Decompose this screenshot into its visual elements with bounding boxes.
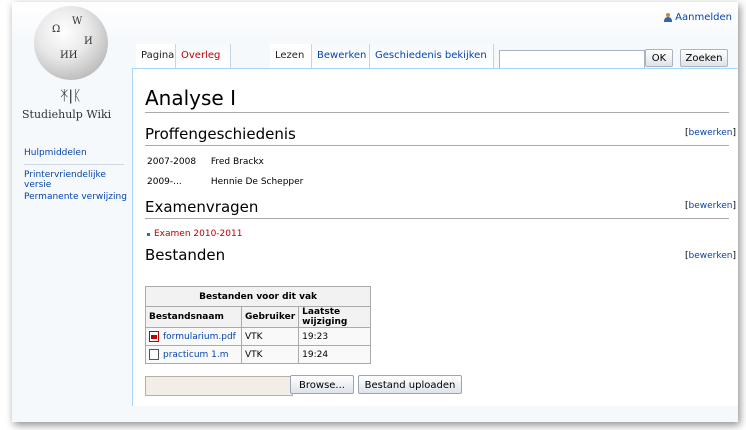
document-icon	[149, 349, 159, 360]
edit-label: bewerken	[688, 251, 733, 261]
table-header-row: Bestandsnaam Gebruiker Laatste wijziging	[145, 306, 372, 328]
title-divider	[145, 112, 729, 113]
file-name-cell: formularium.pdf	[145, 327, 242, 346]
logo-mark-icon: ᛡ|ᛕ	[60, 88, 82, 104]
column-header-laatste-wijziging: Laatste wijziging	[298, 306, 372, 328]
section-heading-bestanden: Bestanden	[145, 246, 226, 264]
column-header-bestandsnaam: Bestandsnaam	[145, 306, 242, 328]
page-title: Analyse I	[145, 86, 236, 110]
column-header-gebruiker: Gebruiker	[240, 306, 300, 328]
history-years: 2007-2008	[147, 157, 197, 167]
section-divider	[145, 218, 729, 219]
sidebar-item-hulpmiddelen[interactable]: Hulpmiddelen	[24, 148, 136, 158]
history-years: 2009-...	[147, 177, 182, 187]
file-link[interactable]: formularium.pdf	[163, 332, 236, 342]
tab-pagina[interactable]: Pagina	[136, 44, 176, 68]
table-caption-row: Bestanden voor dit vak	[144, 286, 372, 307]
history-row: 2007-2008 Fred Brackx	[147, 157, 264, 167]
file-user: VTK	[240, 345, 300, 364]
pdf-icon	[149, 331, 159, 342]
file-link[interactable]: practicum 1.m	[163, 350, 229, 360]
edit-section-link[interactable]: [bewerken]	[685, 201, 736, 211]
file-modified: 19:23	[298, 327, 372, 346]
exam-link-label: Examen 2010-2011	[154, 229, 243, 239]
logo-name: Studiehulp Wiki	[22, 108, 112, 121]
sidebar-divider	[24, 164, 124, 165]
section-heading-examenvragen: Examenvragen	[145, 198, 259, 216]
history-row: 2009-... Hennie De Schepper	[147, 177, 303, 187]
history-name: Fred Brackx	[210, 157, 264, 167]
file-user: VTK	[240, 327, 300, 346]
table-caption: Bestanden voor dit vak	[144, 286, 372, 307]
edit-section-link[interactable]: [bewerken]	[685, 128, 736, 138]
section-heading-proffengeschiedenis: Proffengeschiedenis	[145, 125, 296, 143]
puzzle-globe-icon: Ω W И ИИ	[34, 6, 108, 80]
edit-label: bewerken	[688, 128, 733, 138]
sidebar-item-printervriendelijke-versie[interactable]: Printervriendelijke versie	[24, 170, 124, 190]
tab-geschiedenis-bekijken[interactable]: Geschiedenis bekijken	[370, 44, 494, 68]
bullet-icon	[147, 232, 150, 236]
browse-button[interactable]: Browse...	[290, 375, 354, 394]
ok-button[interactable]: OK	[645, 49, 673, 67]
sidebar-item-permanente-verwijzing[interactable]: Permanente verwijzing	[24, 192, 136, 202]
user-icon	[664, 13, 673, 22]
search-button[interactable]: Zoeken	[680, 49, 728, 67]
file-name-cell: practicum 1.m	[145, 345, 242, 364]
upload-file-field[interactable]	[145, 376, 293, 396]
history-name: Hennie De Schepper	[210, 177, 304, 187]
tab-overleg[interactable]: Overleg	[176, 44, 231, 68]
login-label: Aanmelden	[675, 12, 732, 23]
login-link[interactable]: Aanmelden	[664, 12, 732, 23]
tab-bewerken[interactable]: Bewerken	[312, 44, 370, 68]
file-modified: 19:24	[298, 345, 372, 364]
section-divider	[145, 145, 729, 146]
search-input[interactable]	[499, 50, 645, 70]
exam-link[interactable]: Examen 2010-2011	[147, 229, 242, 239]
sidebar: Hulpmiddelen Printervriendelijke versie …	[24, 148, 136, 202]
edit-section-link[interactable]: [bewerken]	[685, 251, 736, 261]
upload-button[interactable]: Bestand uploaden	[358, 375, 462, 394]
table-row: formularium.pdf VTK 19:23	[145, 327, 372, 346]
edit-label: bewerken	[688, 201, 733, 211]
table-row: practicum 1.m VTK 19:24	[145, 345, 372, 364]
files-table: Bestanden voor dit vak Bestandsnaam Gebr…	[144, 286, 372, 364]
wiki-logo[interactable]: Ω W И ИИ ᛡ|ᛕ Studiehulp Wiki	[20, 6, 130, 126]
tab-lezen[interactable]: Lezen	[270, 44, 312, 68]
